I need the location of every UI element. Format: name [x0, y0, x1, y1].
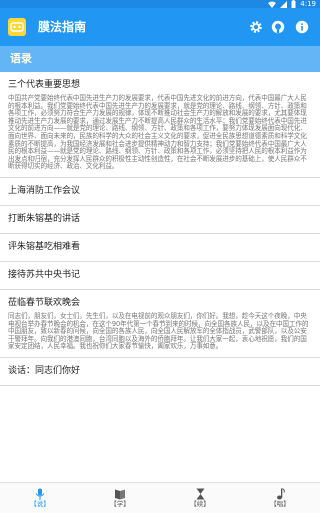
- list-item-title: 上海消防工作会议: [8, 185, 81, 196]
- microphone-icon: [35, 488, 45, 500]
- tab-speak[interactable]: 【说】: [0, 483, 80, 513]
- section-title: 语录: [10, 52, 32, 65]
- app-logo-icon: [8, 18, 26, 36]
- github-icon: [271, 20, 285, 34]
- status-icons: 4:19: [268, 0, 316, 8]
- status-bar: 4:19: [0, 0, 320, 8]
- app-bar: 膜法指南: [0, 8, 320, 46]
- info-button[interactable]: [292, 17, 312, 37]
- list-item-body: 同志们，朋友们，女士们，先生们，以及在电视前的观众朋友们，你们好。我想，趁今天这…: [8, 311, 309, 351]
- tab-label: 【续】: [190, 500, 210, 508]
- tab-label: 【学】: [110, 500, 130, 508]
- quote-list[interactable]: 三个代表重要思想 中国共产党要始终代表中国先进生产力的发展要求，代表中国先进文化…: [0, 72, 320, 482]
- list-item[interactable]: 三个代表重要思想 中国共产党要始终代表中国先进生产力的发展要求，代表中国先进文化…: [0, 72, 320, 178]
- github-button[interactable]: [268, 17, 288, 37]
- list-item[interactable]: 莅临春节联欢晚会 同志们，朋友们，女士们，先生们，以及在电视前的观众朋友们，你们…: [0, 290, 320, 358]
- status-time: 4:19: [300, 0, 316, 8]
- tab-label: 【唱】: [270, 500, 290, 508]
- bottom-navigation: 【说】 【学】 【续】 【唱】: [0, 482, 320, 513]
- list-item[interactable]: 上海消防工作会议: [0, 178, 320, 206]
- battery-icon: [291, 0, 296, 8]
- signal-icon: [280, 0, 288, 8]
- hourglass-icon: [196, 488, 205, 500]
- app-title: 膜法指南: [38, 20, 87, 34]
- list-item[interactable]: 打断朱镕基的讲话: [0, 206, 320, 234]
- tab-learn[interactable]: 【学】: [80, 483, 160, 513]
- book-icon: [114, 488, 126, 500]
- list-item[interactable]: 接待苏共中央书记: [0, 262, 320, 290]
- section-header: 语录: [0, 46, 320, 72]
- list-item-body: 中国共产党要始终代表中国先进生产力的发展要求，代表中国先进文化的前进方向，代表中…: [8, 94, 307, 171]
- list-item-title: 评朱镕基吃相难看: [8, 241, 81, 252]
- settings-button[interactable]: [246, 17, 266, 37]
- list-item-title: 谈话：同志们你好: [8, 365, 81, 376]
- wifi-icon: [268, 1, 277, 8]
- tab-continue[interactable]: 【续】: [160, 483, 240, 513]
- list-item[interactable]: 谈话：同志们你好: [0, 358, 320, 386]
- list-item-title: 三个代表重要思想: [8, 80, 81, 90]
- music-note-icon: [276, 488, 285, 500]
- list-item[interactable]: 评朱镕基吃相难看: [0, 234, 320, 262]
- list-item-title: 接待苏共中央书记: [8, 269, 81, 280]
- tab-sing[interactable]: 【唱】: [240, 483, 320, 513]
- tab-label: 【说】: [30, 500, 50, 508]
- list-item-title: 打断朱镕基的讲话: [8, 213, 81, 224]
- list-item-title: 莅临春节联欢晚会: [8, 297, 81, 308]
- gear-icon: [250, 21, 262, 33]
- info-icon: [295, 20, 309, 34]
